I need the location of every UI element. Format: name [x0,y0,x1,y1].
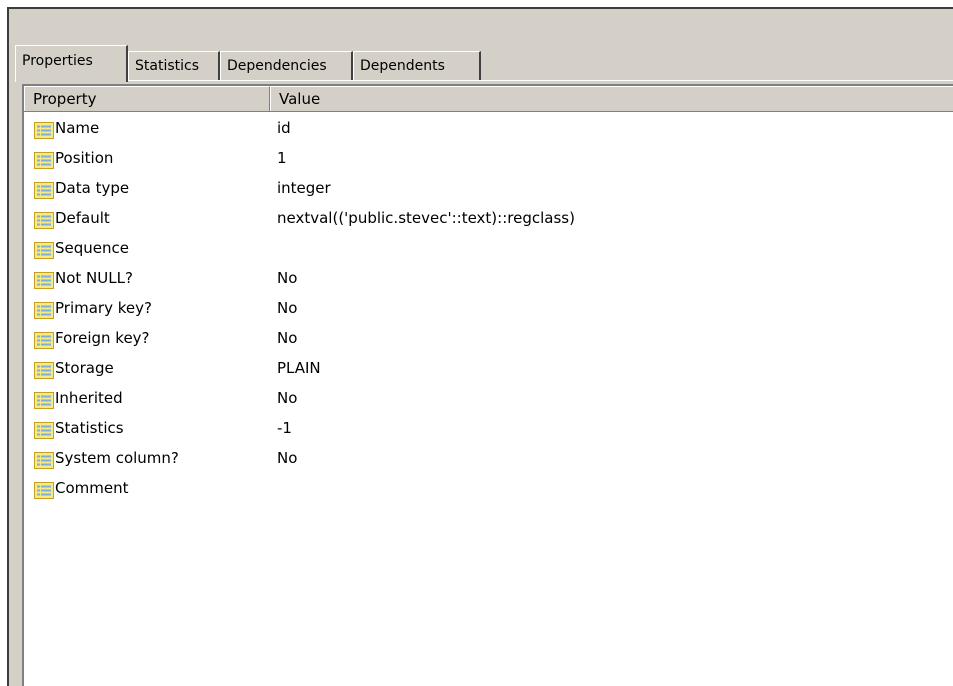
property-list-icon [34,419,54,439]
table-row[interactable]: Comment [24,473,953,503]
property-list-icon [34,389,54,409]
property-list-icon [34,119,54,139]
tab-dependents[interactable]: Dependents [353,51,481,81]
property-name: Not NULL? [55,269,133,287]
property-list-icon [34,359,54,379]
tab-statistics[interactable]: Statistics [128,51,220,81]
property-value: No [277,449,298,467]
property-value: No [277,299,298,317]
property-list-icon [34,179,54,199]
property-value: PLAIN [277,359,321,377]
property-name: Data type [55,179,130,197]
property-list-icon [34,299,54,319]
column-header-value[interactable]: Value [270,86,953,111]
property-name: Position [55,149,114,167]
tab-divider [15,80,953,81]
property-list-icon [34,209,54,229]
properties-panel: Property Value Name id Position 1 Data type i… [22,84,953,686]
property-name: Sequence [55,239,129,257]
property-value: nextval(('public.stevec'::text)::regclas… [277,209,575,227]
property-list-icon [34,269,54,289]
property-list-icon [34,479,54,499]
property-name: Inherited [55,389,123,407]
property-name: Primary key? [55,299,152,317]
table-row[interactable]: Default nextval(('public.stevec'::text)::… [24,203,953,233]
property-list-icon [34,149,54,169]
property-value: No [277,389,298,407]
property-list-icon [34,449,54,469]
table-row[interactable]: Inherited No [24,383,953,413]
table-row[interactable]: Data type integer [24,173,953,203]
property-value: -1 [277,419,292,437]
property-value: No [277,329,298,347]
list-header: Property Value [24,86,953,112]
table-row[interactable]: Statistics -1 [24,413,953,443]
property-value: No [277,269,298,287]
property-name: Comment [55,479,129,497]
property-name: Foreign key? [55,329,150,347]
table-row[interactable]: Storage PLAIN [24,353,953,383]
property-list-icon [34,329,54,349]
table-row[interactable]: Not NULL? No [24,263,953,293]
property-value: id [277,119,291,137]
table-row[interactable]: Foreign key? No [24,323,953,353]
tab-properties[interactable]: Properties [15,45,128,82]
property-list: Name id Position 1 Data type integer Default ne… [24,113,953,503]
table-row[interactable]: Sequence [24,233,953,263]
property-name: Storage [55,359,114,377]
table-row[interactable]: System column? No [24,443,953,473]
property-name: System column? [55,449,179,467]
column-header-property[interactable]: Property [24,86,270,111]
property-value: 1 [277,149,287,167]
property-name: Name [55,119,100,137]
table-row[interactable]: Primary key? No [24,293,953,323]
table-row[interactable]: Position 1 [24,143,953,173]
tab-dependencies[interactable]: Dependencies [220,51,353,81]
property-name: Default [55,209,110,227]
table-row[interactable]: Name id [24,113,953,143]
property-value: integer [277,179,331,197]
property-name: Statistics [55,419,124,437]
property-list-icon [34,239,54,259]
